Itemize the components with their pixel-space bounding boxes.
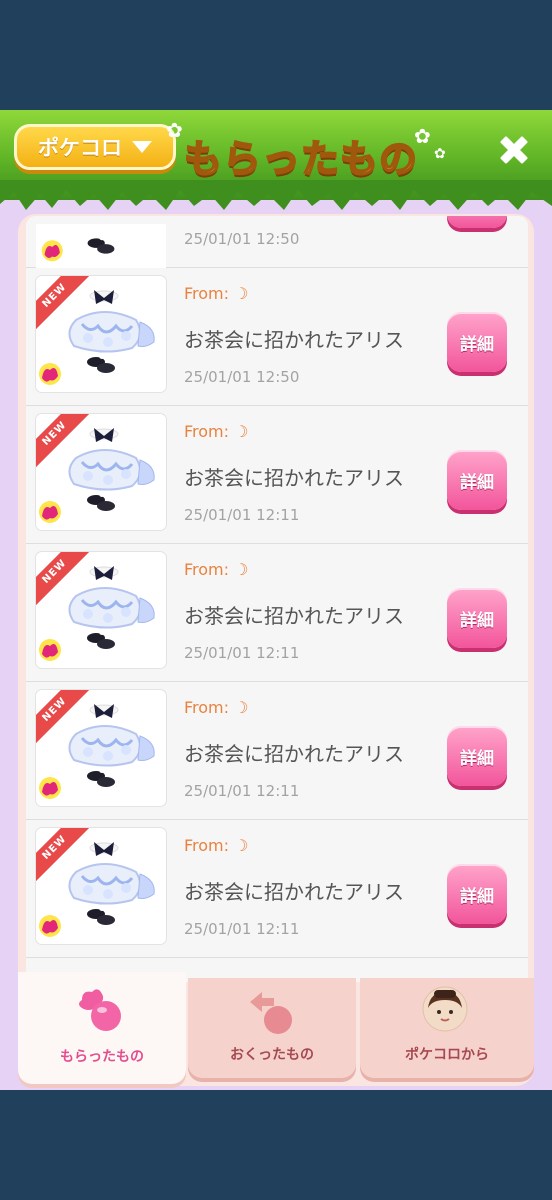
gift-sent-icon xyxy=(250,992,292,1034)
item-from: From: ☽ xyxy=(184,422,249,441)
tab-sent[interactable]: おくったもの xyxy=(188,978,356,1078)
list-item[interactable]: NEW From: ☽ お茶会に招かれたアリス 25/01/01 12:11 詳… xyxy=(26,406,528,544)
item-name: お茶会に招かれたアリス xyxy=(184,880,404,904)
item-thumbnail: NEW xyxy=(36,276,166,392)
tab-received[interactable]: もらったもの xyxy=(18,972,186,1084)
header-bar: ポケコロ もらったもの ✿ ✿ ✿ xyxy=(0,110,552,210)
item-name: お茶会に招かれたアリス xyxy=(184,604,404,628)
item-from: From: ☽ xyxy=(184,836,249,855)
tab-label: おくったもの xyxy=(230,1047,314,1063)
avatar xyxy=(422,986,468,1032)
tab-bar: もらったもの おくったもの ポケコロから xyxy=(18,972,534,1086)
list-item[interactable]: NEW From: ☽ お茶会に招かれたアリス 25/01/01 12:11 詳… xyxy=(26,682,528,820)
gift-heart-icon xyxy=(79,989,121,1031)
item-from: From: ☽ xyxy=(184,560,249,579)
detail-button[interactable]: 詳細 xyxy=(447,588,507,648)
tab-from-pokecolo[interactable]: ポケコロから xyxy=(360,978,534,1078)
item-thumbnail: NEW xyxy=(36,828,166,944)
close-icon[interactable] xyxy=(496,132,532,168)
list-item[interactable]: 25/01/01 12:50 xyxy=(26,216,528,268)
detail-button[interactable]: 詳細 xyxy=(447,312,507,372)
item-thumbnail xyxy=(36,224,166,268)
item-thumbnail: NEW xyxy=(36,552,166,668)
list-item[interactable]: NEW From: ☽ お茶会に招かれたアリス 25/01/01 12:50 詳… xyxy=(26,268,528,406)
sparkle-icon: ✿ xyxy=(414,124,431,148)
detail-button[interactable]: 詳細 xyxy=(447,864,507,924)
gift-list[interactable]: 25/01/01 12:50 NEW From: ☽ お茶会に招かれたアリス 2… xyxy=(26,216,528,982)
item-thumbnail: NEW xyxy=(36,414,166,530)
account-select-label: ポケコロ xyxy=(38,136,122,160)
item-name: お茶会に招かれたアリス xyxy=(184,466,404,490)
item-name: お茶会に招かれたアリス xyxy=(184,328,404,352)
page-title: もらったもの xyxy=(183,136,419,182)
detail-button[interactable]: 詳細 xyxy=(447,726,507,786)
gifts-screen: ポケコロ もらったもの ✿ ✿ ✿ 25/01/01 12:50 NEW Fro… xyxy=(0,110,552,1090)
item-date: 25/01/01 12:11 xyxy=(184,782,300,800)
item-date: 25/01/01 12:50 xyxy=(184,230,300,248)
sparkle-icon: ✿ xyxy=(434,146,446,162)
item-date: 25/01/01 12:50 xyxy=(184,368,300,386)
item-name: お茶会に招かれたアリス xyxy=(184,742,404,766)
item-date: 25/01/01 12:11 xyxy=(184,644,300,662)
list-item[interactable]: NEW From: ☽ お茶会に招かれたアリス 25/01/01 12:11 詳… xyxy=(26,544,528,682)
tab-label: ポケコロから xyxy=(405,1047,489,1063)
item-date: 25/01/01 12:11 xyxy=(184,506,300,524)
item-from: From: ☽ xyxy=(184,698,249,717)
item-from: From: ☽ xyxy=(184,284,249,303)
item-date: 25/01/01 12:11 xyxy=(184,920,300,938)
chevron-down-icon xyxy=(132,141,152,153)
account-select-button[interactable]: ポケコロ xyxy=(14,124,176,170)
top-frame xyxy=(0,0,552,110)
detail-button[interactable] xyxy=(447,216,507,228)
tab-label: もらったもの xyxy=(60,1049,144,1065)
item-thumbnail: NEW xyxy=(36,690,166,806)
detail-button[interactable]: 詳細 xyxy=(447,450,507,510)
bottom-frame xyxy=(0,1090,552,1200)
list-item[interactable]: NEW From: ☽ お茶会に招かれたアリス 25/01/01 12:11 詳… xyxy=(26,820,528,958)
sparkle-icon: ✿ xyxy=(166,118,183,142)
